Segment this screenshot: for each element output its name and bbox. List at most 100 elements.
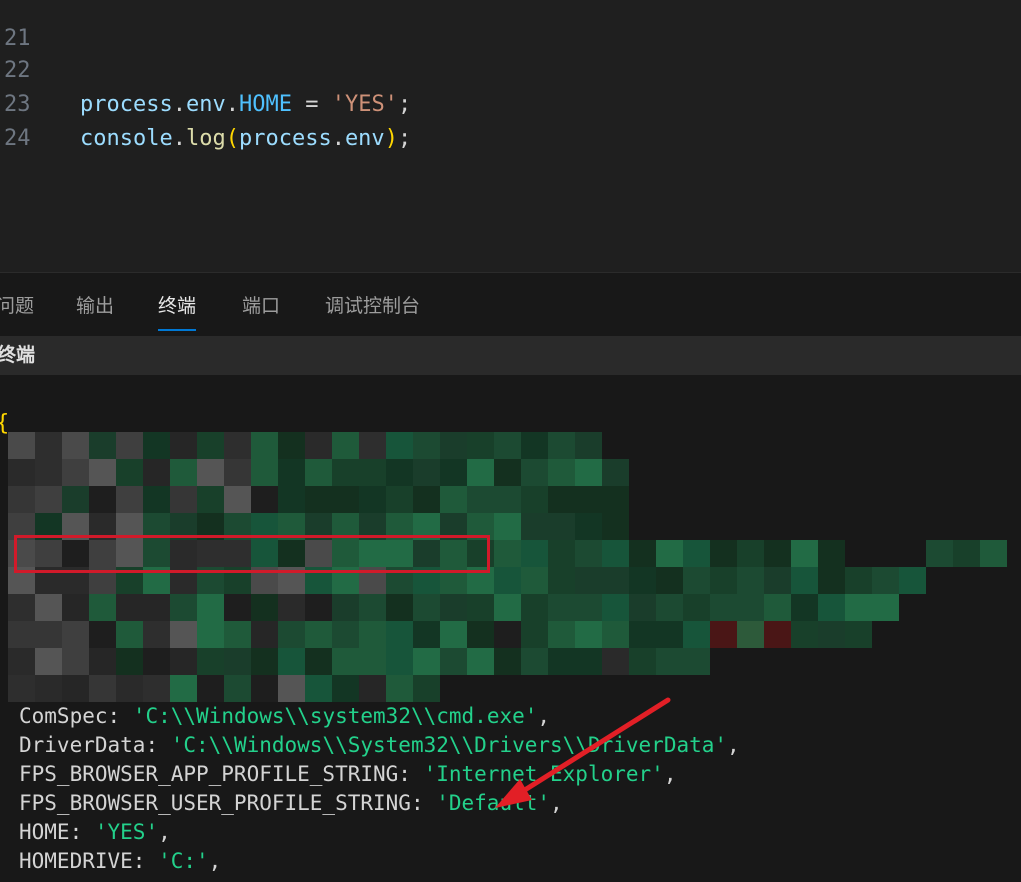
mosaic-pixel (278, 675, 305, 702)
mosaic-pixel (251, 432, 278, 459)
code-line-24[interactable]: 24 (0, 88, 53, 151)
mosaic-pixel (818, 621, 845, 648)
mosaic-pixel (872, 567, 899, 594)
mosaic-pixel (170, 486, 197, 513)
mosaic-pixel (305, 594, 332, 621)
mosaic-pixel (143, 459, 170, 486)
mosaic-pixel (710, 540, 737, 567)
mosaic-pixel (359, 486, 386, 513)
mosaic-pixel (197, 675, 224, 702)
mosaic-pixel (332, 621, 359, 648)
mosaic-pixel (683, 567, 710, 594)
mosaic-pixel (521, 594, 548, 621)
mosaic-pixel (35, 432, 62, 459)
mosaic-pixel (575, 621, 602, 648)
mosaic-pixel (575, 540, 602, 567)
mosaic-pixel (683, 540, 710, 567)
mosaic-pixel (35, 459, 62, 486)
mosaic-pixel (521, 540, 548, 567)
tab-debug-console[interactable]: 调试控制台 (325, 291, 420, 321)
mosaic-pixel (494, 594, 521, 621)
mosaic-pixel (305, 648, 332, 675)
mosaic-pixel (629, 567, 656, 594)
mosaic-pixel (332, 432, 359, 459)
mosaic-pixel (143, 432, 170, 459)
env-line-driverdata: DriverData: 'C:\\Windows\\System32\\Driv… (19, 733, 740, 757)
code-text: console.log(process.env); (80, 126, 412, 151)
panel-tabs: 问题 输出 终端 端口 调试控制台 (0, 273, 1021, 335)
mosaic-pixel (278, 621, 305, 648)
mosaic-pixel (224, 621, 251, 648)
mosaic-pixel (170, 648, 197, 675)
mosaic-pixel (494, 648, 521, 675)
mosaic-pixel (710, 621, 737, 648)
mosaic-pixel (602, 594, 629, 621)
tab-output[interactable]: 输出 (76, 291, 114, 321)
mosaic-pixel (413, 459, 440, 486)
mosaic-pixel (494, 513, 521, 540)
mosaic-pixel (170, 675, 197, 702)
mosaic-pixel (521, 432, 548, 459)
mosaic-pixel (548, 567, 575, 594)
mosaic-pixel (467, 486, 494, 513)
mosaic-pixel (764, 621, 791, 648)
mosaic-pixel (413, 648, 440, 675)
mosaic-pixel (548, 621, 575, 648)
mosaic-pixel (332, 459, 359, 486)
mosaic-pixel (494, 486, 521, 513)
mosaic-pixel (656, 540, 683, 567)
code-line-21[interactable]: 21 (0, 0, 53, 51)
mosaic-pixel (791, 540, 818, 567)
mosaic-pixel (62, 648, 89, 675)
mosaic-pixel (116, 675, 143, 702)
mosaic-pixel (440, 648, 467, 675)
mosaic-pixel (575, 648, 602, 675)
code-editor[interactable]: 21 22 process.env.HOME = 'YES'; 23 conso… (0, 0, 1021, 272)
terminal-title: 终端 (0, 344, 36, 366)
mosaic-pixel (62, 675, 89, 702)
mosaic-pixel (845, 621, 872, 648)
tab-problems[interactable]: 问题 (0, 291, 34, 321)
mosaic-pixel (251, 675, 278, 702)
mosaic-pixel (116, 486, 143, 513)
tab-terminal[interactable]: 终端 (158, 291, 197, 331)
tab-ports[interactable]: 端口 (242, 291, 280, 321)
mosaic-pixel (521, 567, 548, 594)
mosaic-pixel (251, 594, 278, 621)
env-line-home: HOME: 'YES', (19, 820, 171, 844)
mosaic-pixel (35, 648, 62, 675)
mosaic-pixel (548, 459, 575, 486)
mosaic-pixel (467, 432, 494, 459)
mosaic-pixel (764, 540, 791, 567)
mosaic-pixel (413, 432, 440, 459)
mosaic-pixel (494, 459, 521, 486)
mosaic-pixel (386, 432, 413, 459)
mosaic-pixel (548, 432, 575, 459)
mosaic-pixel (521, 459, 548, 486)
mosaic-pixel (791, 567, 818, 594)
mosaic-pixel (386, 648, 413, 675)
terminal-output[interactable]: { ComSpec: 'C:\\Windows\\system32\\cmd.e… (0, 375, 1021, 882)
mosaic-pixel (62, 594, 89, 621)
mosaic-pixel (8, 648, 35, 675)
mosaic-pixel (62, 432, 89, 459)
mosaic-pixel (845, 594, 872, 621)
mosaic-pixel (575, 594, 602, 621)
code-line-23[interactable]: 23 console.log(process.env); (0, 54, 411, 151)
mosaic-pixel (548, 513, 575, 540)
mosaic-pixel (35, 621, 62, 648)
mosaic-pixel (332, 594, 359, 621)
mosaic-pixel (791, 621, 818, 648)
mosaic-pixel (602, 513, 629, 540)
mosaic-pixel (467, 621, 494, 648)
mosaic-pixel (386, 459, 413, 486)
mosaic-pixel (926, 540, 953, 567)
mosaic-pixel (62, 621, 89, 648)
mosaic-pixel (62, 459, 89, 486)
mosaic-pixel (170, 621, 197, 648)
mosaic-pixel (413, 486, 440, 513)
code-line-22[interactable]: 22 process.env.HOME = 'YES'; (0, 20, 411, 117)
mosaic-pixel (845, 567, 872, 594)
mosaic-pixel (413, 675, 440, 702)
mosaic-pixel (35, 486, 62, 513)
